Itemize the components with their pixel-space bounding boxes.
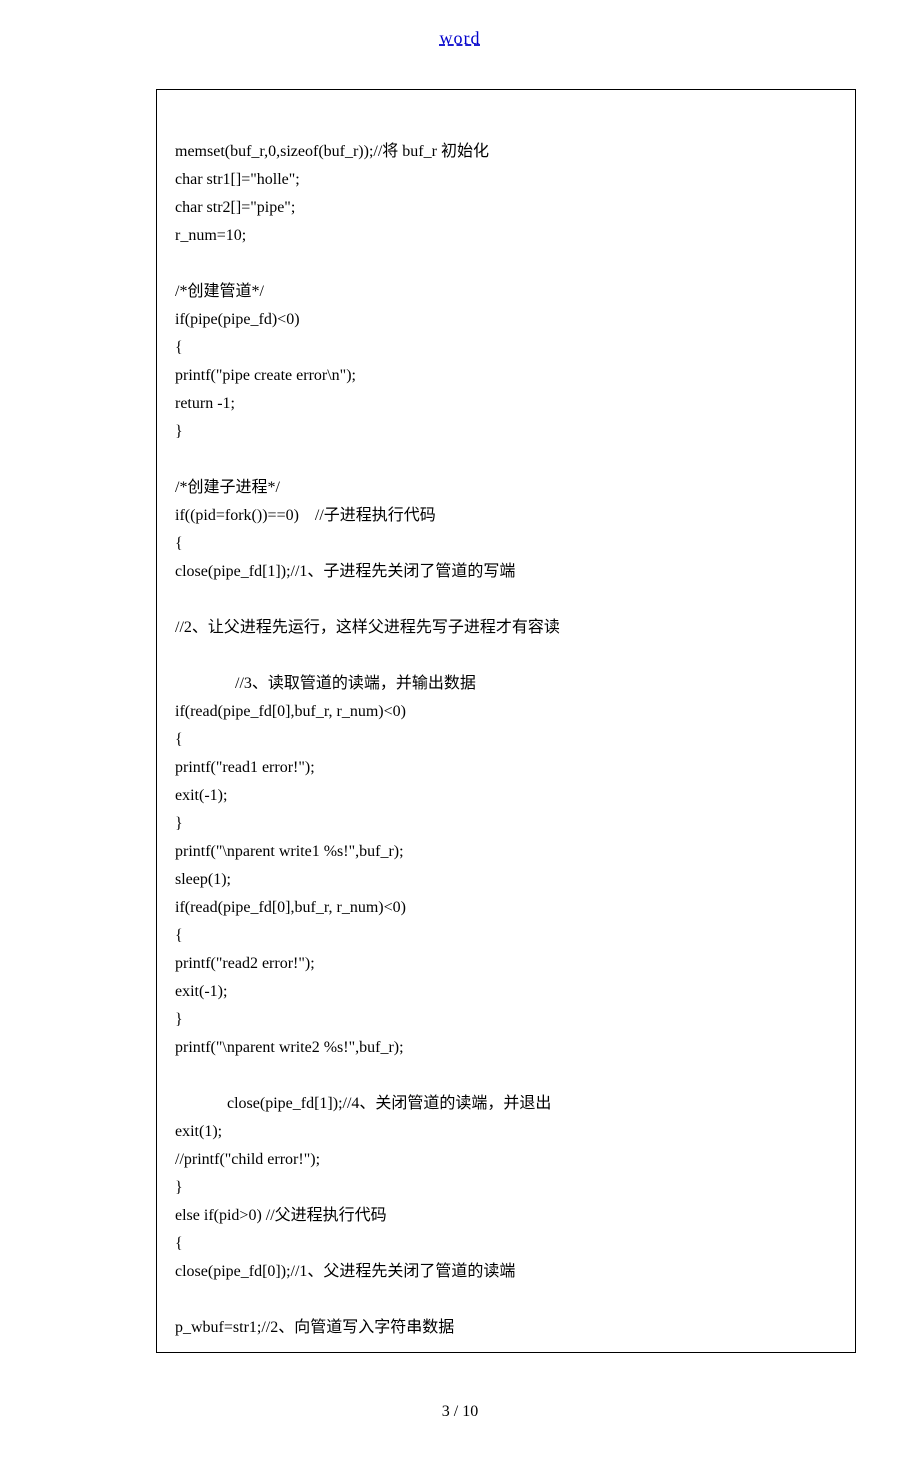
code-line: exit(1);: [175, 1118, 837, 1146]
code-line: close(pipe_fd[0]);//1、父进程先关闭了管道的读端: [175, 1258, 837, 1286]
code-line: if(read(pipe_fd[0],buf_r, r_num)<0): [175, 698, 837, 726]
code-line: }: [175, 810, 837, 838]
code-line: /*创建子进程*/: [175, 474, 837, 502]
code-line: [175, 1286, 837, 1314]
code-line: {: [175, 922, 837, 950]
code-line: r_num=10;: [175, 222, 837, 250]
code-line: printf("\nparent write1 %s!",buf_r);: [175, 838, 837, 866]
code-line: else if(pid>0) //父进程执行代码: [175, 1202, 837, 1230]
code-block: memset(buf_r,0,sizeof(buf_r));//将 buf_r …: [156, 89, 856, 1353]
code-line: {: [175, 334, 837, 362]
header-link[interactable]: word: [440, 28, 481, 48]
code-line: {: [175, 1230, 837, 1258]
code-line: sleep(1);: [175, 866, 837, 894]
page-number: 3 / 10: [442, 1403, 478, 1420]
code-line: char str1[]="holle";: [175, 166, 837, 194]
code-line: [175, 250, 837, 278]
code-line: printf("read2 error!");: [175, 950, 837, 978]
code-line: [175, 586, 837, 614]
code-line: exit(-1);: [175, 978, 837, 1006]
code-line: memset(buf_r,0,sizeof(buf_r));//将 buf_r …: [175, 138, 837, 166]
code-line: //2、让父进程先运行，这样父进程先写子进程才有容读: [175, 614, 837, 642]
code-line: return -1;: [175, 390, 837, 418]
code-line: char str2[]="pipe";: [175, 194, 837, 222]
code-line: p_wbuf=str1;//2、向管道写入字符串数据: [175, 1314, 837, 1342]
document-page: word memset(buf_r,0,sizeof(buf_r));//将 b…: [0, 0, 920, 1461]
page-footer: 3 / 10: [60, 1403, 860, 1421]
code-line: if(pipe(pipe_fd)<0): [175, 306, 837, 334]
code-line: printf("pipe create error\n");: [175, 362, 837, 390]
code-line: }: [175, 1006, 837, 1034]
code-line: printf("read1 error!");: [175, 754, 837, 782]
code-line: exit(-1);: [175, 782, 837, 810]
code-line: //printf("child error!");: [175, 1146, 837, 1174]
code-line: close(pipe_fd[1]);//4、关闭管道的读端，并退出: [175, 1090, 837, 1118]
code-line: if((pid=fork())==0) //子进程执行代码: [175, 502, 837, 530]
code-line: /*创建管道*/: [175, 278, 837, 306]
code-line: {: [175, 530, 837, 558]
code-line: [175, 110, 837, 138]
code-line: }: [175, 418, 837, 446]
code-line: if(read(pipe_fd[0],buf_r, r_num)<0): [175, 894, 837, 922]
code-line: [175, 1062, 837, 1090]
code-line: printf("\nparent write2 %s!",buf_r);: [175, 1034, 837, 1062]
page-header: word: [60, 28, 860, 49]
code-line: }: [175, 1174, 837, 1202]
code-line: close(pipe_fd[1]);//1、子进程先关闭了管道的写端: [175, 558, 837, 586]
code-line: [175, 446, 837, 474]
code-line: //3、读取管道的读端，并输出数据: [175, 670, 837, 698]
code-line: [175, 642, 837, 670]
code-line: {: [175, 726, 837, 754]
